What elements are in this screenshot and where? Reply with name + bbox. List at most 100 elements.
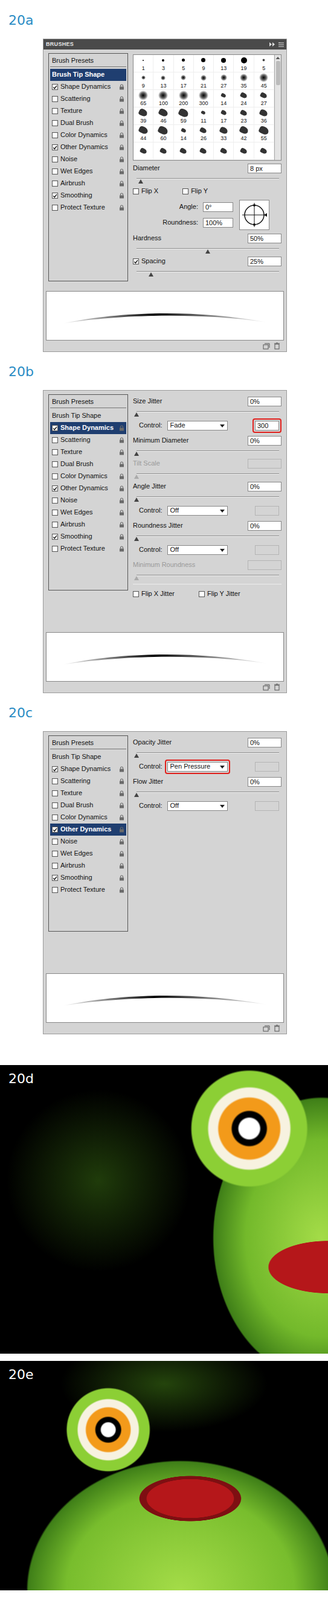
brush-preset[interactable]: 13 bbox=[153, 72, 174, 91]
brush-preset[interactable]: 5 bbox=[173, 54, 194, 73]
sidebar-item[interactable]: Brush Tip Shape bbox=[50, 751, 127, 764]
brush-preset[interactable]: 55 bbox=[254, 125, 275, 143]
control-dropdown[interactable]: Fade bbox=[167, 421, 228, 431]
checkbox[interactable] bbox=[51, 425, 58, 432]
value-field[interactable]: 0% bbox=[247, 521, 282, 531]
sidebar-item[interactable]: Noise bbox=[50, 494, 127, 507]
checkbox[interactable] bbox=[51, 802, 58, 809]
sidebar-item[interactable]: Other Dynamics bbox=[50, 823, 127, 837]
value-field[interactable]: 0% bbox=[247, 777, 282, 788]
sidebar-item[interactable]: Other Dynamics bbox=[50, 141, 127, 154]
sidebar-item[interactable]: Protect Texture bbox=[50, 543, 127, 556]
brush-preset[interactable] bbox=[233, 142, 254, 161]
sidebar-item[interactable]: Protect Texture bbox=[50, 884, 127, 897]
control-dropdown[interactable]: Off bbox=[167, 801, 228, 812]
slider-track[interactable] bbox=[136, 246, 280, 254]
sidebar-item[interactable]: Dual Brush bbox=[50, 458, 127, 471]
brush-preset[interactable]: 21 bbox=[193, 72, 214, 91]
sidebar-item[interactable]: Wet Edges bbox=[50, 848, 127, 861]
scrollbar[interactable] bbox=[274, 54, 281, 161]
slider-track[interactable] bbox=[136, 790, 280, 798]
sidebar-item[interactable]: Scattering bbox=[50, 434, 127, 447]
checkbox[interactable] bbox=[51, 485, 58, 492]
checkbox[interactable] bbox=[51, 449, 58, 456]
slider-track[interactable] bbox=[136, 269, 280, 277]
checkbox[interactable] bbox=[51, 814, 58, 821]
sidebar-item[interactable]: Brush Presets bbox=[50, 54, 127, 68]
sidebar-item[interactable]: Wet Edges bbox=[50, 165, 127, 178]
brush-preset[interactable]: 17 bbox=[173, 72, 194, 91]
brush-preset[interactable] bbox=[173, 142, 194, 161]
brush-preset[interactable]: 9 bbox=[193, 54, 214, 73]
sidebar-item[interactable]: Airbrush bbox=[50, 177, 127, 190]
brush-preset[interactable] bbox=[254, 142, 275, 161]
brush-preset[interactable]: 14 bbox=[173, 125, 194, 143]
sidebar-item[interactable]: Brush Presets bbox=[50, 396, 127, 409]
sidebar-item[interactable]: Brush Tip Shape bbox=[50, 410, 127, 423]
sidebar-item[interactable]: Noise bbox=[50, 836, 127, 849]
sidebar-item[interactable]: Brush Tip Shape bbox=[50, 68, 127, 81]
checkbox[interactable] bbox=[51, 509, 58, 516]
sidebar-item[interactable]: Other Dynamics bbox=[50, 482, 127, 495]
checkbox[interactable] bbox=[198, 591, 205, 598]
value-field[interactable]: 0% bbox=[247, 738, 282, 748]
checkbox[interactable] bbox=[51, 826, 58, 833]
checkbox[interactable] bbox=[51, 192, 58, 199]
checkbox[interactable] bbox=[51, 851, 58, 858]
brush-preset[interactable]: 36 bbox=[254, 107, 275, 126]
checkbox[interactable] bbox=[182, 188, 189, 195]
checkbox[interactable] bbox=[132, 188, 139, 195]
brush-preset[interactable]: 46 bbox=[153, 107, 174, 126]
brush-preset[interactable]: 1 bbox=[133, 54, 154, 73]
brush-preset[interactable]: 17 bbox=[213, 107, 234, 126]
checkbox[interactable] bbox=[51, 83, 58, 91]
checkbox[interactable] bbox=[51, 778, 58, 785]
brush-preset[interactable]: 13 bbox=[213, 54, 234, 73]
brush-preset[interactable] bbox=[133, 142, 154, 161]
sidebar-item[interactable]: Scattering bbox=[50, 93, 127, 106]
checkbox[interactable] bbox=[51, 168, 58, 175]
sidebar-item[interactable]: Wet Edges bbox=[50, 506, 127, 519]
checkbox[interactable] bbox=[51, 521, 58, 528]
sidebar-item[interactable]: Dual Brush bbox=[50, 799, 127, 812]
brush-preset[interactable] bbox=[193, 142, 214, 161]
brush-preset[interactable]: 42 bbox=[233, 125, 254, 143]
sidebar-item[interactable]: Color Dynamics bbox=[50, 129, 127, 142]
value-field[interactable]: 50% bbox=[247, 233, 282, 244]
brush-preset[interactable]: 24 bbox=[233, 90, 254, 108]
control-dropdown[interactable]: Off bbox=[167, 545, 228, 556]
sidebar-item[interactable]: Shape Dynamics bbox=[50, 80, 127, 94]
value-field[interactable]: 100% bbox=[202, 218, 234, 228]
checkbox[interactable] bbox=[51, 497, 58, 504]
checkbox-option[interactable]: Flip X Jitter bbox=[132, 590, 175, 599]
checkbox-option[interactable]: Flip Y Jitter bbox=[198, 590, 241, 599]
value-field[interactable]: 8 px bbox=[247, 163, 282, 174]
scroll-thumb[interactable] bbox=[276, 61, 281, 86]
sidebar-item[interactable]: Color Dynamics bbox=[50, 811, 127, 824]
sidebar-item[interactable]: Smoothing bbox=[50, 872, 127, 885]
slider-track[interactable] bbox=[136, 494, 280, 502]
checkbox-option[interactable]: Flip X bbox=[132, 187, 159, 196]
sidebar-item[interactable]: Smoothing bbox=[50, 530, 127, 544]
brush-preset[interactable]: 100 bbox=[153, 90, 174, 108]
brush-preset[interactable]: 14 bbox=[213, 90, 234, 108]
checkbox[interactable] bbox=[51, 790, 58, 797]
brush-preset[interactable]: 200 bbox=[173, 90, 194, 108]
sidebar-item[interactable]: Brush Presets bbox=[50, 737, 127, 750]
checkbox[interactable] bbox=[51, 863, 58, 870]
control-dropdown[interactable]: Pen Pressure bbox=[167, 762, 228, 772]
slider-track[interactable] bbox=[136, 448, 280, 457]
brush-preset[interactable]: 23 bbox=[233, 107, 254, 126]
brush-preset[interactable] bbox=[213, 142, 234, 161]
checkbox-option[interactable]: Flip Y bbox=[182, 187, 208, 196]
brush-preset[interactable]: 5 bbox=[254, 54, 275, 73]
sidebar-item[interactable]: Texture bbox=[50, 446, 127, 459]
value-field[interactable]: 0° bbox=[202, 202, 234, 213]
checkbox[interactable] bbox=[51, 132, 58, 139]
brush-preset[interactable]: 44 bbox=[133, 125, 154, 143]
checkbox[interactable] bbox=[51, 156, 58, 163]
sidebar-item[interactable]: Protect Texture bbox=[50, 201, 127, 214]
sidebar-item[interactable]: Shape Dynamics bbox=[50, 763, 127, 776]
sidebar-item[interactable]: Noise bbox=[50, 153, 127, 166]
checkbox[interactable] bbox=[51, 180, 58, 187]
